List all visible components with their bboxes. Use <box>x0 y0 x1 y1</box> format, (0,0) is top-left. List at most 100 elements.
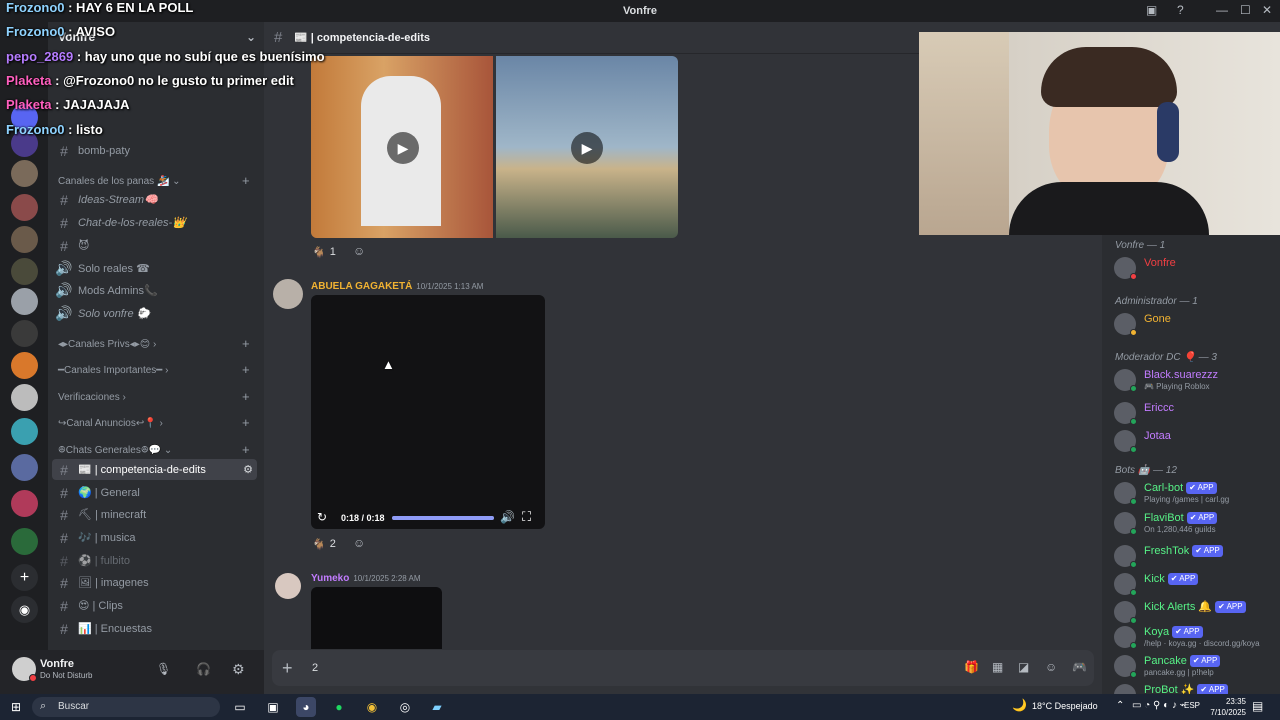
gif-icon[interactable]: ▦ <box>992 660 1003 674</box>
category-verificaciones[interactable]: Verificaciones › <box>58 392 126 403</box>
search-box[interactable]: ⌕ Buscar <box>32 697 220 717</box>
obs-icon[interactable]: ◎ <box>395 697 415 717</box>
channel-item[interactable]: # ⛏ | minecraft <box>52 504 257 525</box>
emoji-icon[interactable]: ☺ <box>1045 660 1057 674</box>
reaction[interactable]: 🐐 2 <box>312 534 336 554</box>
voice-channel-item[interactable]: 🔊 Solo reales ☎ <box>52 258 257 279</box>
gift-icon[interactable]: 🎁 <box>964 660 979 674</box>
add-channel-icon[interactable]: + <box>242 442 250 457</box>
inbox-icon[interactable]: ▣ <box>1146 3 1157 17</box>
video-thumbnail[interactable]: ▶ <box>496 56 678 238</box>
add-channel-icon[interactable]: + <box>242 415 250 430</box>
member-item[interactable]: Vonfre <box>1114 257 1280 280</box>
minimize-button[interactable]: — <box>1216 3 1228 17</box>
microphone-icon[interactable]: 🎙 <box>156 662 171 676</box>
app-icon[interactable]: ▣ <box>263 697 283 717</box>
channel-item[interactable]: # 🌍 | General <box>52 482 257 503</box>
sticker-icon[interactable]: ◪ <box>1018 660 1029 674</box>
voice-channel-item[interactable]: 🔊 Solo vonfre 🐑 <box>52 303 257 324</box>
task-view-icon[interactable]: ▭ <box>230 697 250 717</box>
video-player[interactable]: ↻ 0:18 / 0:18 🔊 ⛶ <box>311 295 545 529</box>
member-item[interactable]: ProBot ✨ ✔ APP <box>1114 684 1280 694</box>
chrome-icon[interactable]: ◉ <box>362 697 382 717</box>
category-generales[interactable]: ꔮChats Generalesꔮ💬 ⌄ <box>58 445 172 456</box>
play-icon[interactable]: ▶ <box>571 132 603 164</box>
gear-icon[interactable]: ⚙ <box>232 661 245 678</box>
server-icon[interactable] <box>11 288 38 315</box>
server-icon[interactable] <box>11 320 38 347</box>
server-icon[interactable] <box>11 352 38 379</box>
member-item[interactable]: Pancake ✔ APP pancake.gg | p!help <box>1114 655 1280 679</box>
windows-start-icon[interactable]: ⊞ <box>6 697 26 717</box>
server-icon[interactable] <box>11 258 38 285</box>
add-attachment-icon[interactable]: + <box>282 658 293 679</box>
close-button[interactable]: ✕ <box>1262 3 1272 17</box>
add-channel-icon[interactable]: + <box>242 389 250 404</box>
server-icon[interactable] <box>11 454 38 481</box>
headphones-icon[interactable]: 🎧 <box>196 662 211 676</box>
fullscreen-icon[interactable]: ⛶ <box>522 509 531 525</box>
discord-taskbar-icon[interactable]: ◕ <box>296 697 316 717</box>
maximize-button[interactable]: ☐ <box>1240 3 1251 17</box>
spotify-icon[interactable]: ● <box>329 697 349 717</box>
channel-item[interactable]: # 😍 | Clips <box>52 595 257 616</box>
help-icon[interactable]: ? <box>1177 3 1184 17</box>
volume-icon[interactable]: 🔊 <box>500 510 515 524</box>
member-item[interactable]: Gone <box>1114 313 1280 336</box>
weather-text[interactable]: 18°C Despejado <box>1032 701 1098 711</box>
add-channel-icon[interactable]: + <box>242 173 250 188</box>
add-channel-icon[interactable]: + <box>242 362 250 377</box>
category-panas[interactable]: Canales de los panas 🏂 ⌄ <box>58 176 181 187</box>
language-indicator[interactable]: ESP <box>1184 701 1200 710</box>
channel-item[interactable]: # 🖼 | imagenes <box>52 572 257 593</box>
add-server-icon[interactable]: + <box>11 564 38 591</box>
channel-item[interactable]: # 😈 <box>52 235 257 256</box>
category-privs[interactable]: ◂▸Canales Privs◂▸😊 › <box>58 339 156 350</box>
notification-icon[interactable]: ▤ <box>1252 699 1263 713</box>
tray-chevron-icon[interactable]: ⌃ <box>1116 700 1124 711</box>
voice-channel-item[interactable]: 🔊 Mods Admins📞 <box>52 280 257 301</box>
server-icon[interactable] <box>11 384 38 411</box>
channel-item-selected[interactable]: # 📰 | competencia-de-edits ⚙ <box>52 459 257 480</box>
channel-item[interactable]: # bomb-paty <box>52 140 257 161</box>
avatar[interactable] <box>273 279 303 309</box>
channel-item[interactable]: # 🎶 | musica <box>52 527 257 548</box>
member-item[interactable]: Jotaa <box>1114 430 1280 453</box>
member-item[interactable]: Kick Alerts 🔔 ✔ APP <box>1114 601 1280 624</box>
member-item[interactable]: Koya ✔ APP/help · koya.gg · discord.gg/ko… <box>1114 626 1280 650</box>
server-icon[interactable] <box>11 490 38 517</box>
server-icon[interactable] <box>11 528 38 555</box>
channel-item[interactable]: # Chat-de-los-reales-👑 <box>52 212 257 233</box>
play-icon[interactable]: ▶ <box>387 132 419 164</box>
add-channel-icon[interactable]: + <box>242 336 250 351</box>
tray-icons[interactable]: ▭ ◔ ⚲ ◐ ♪ ⌁ <box>1132 700 1186 711</box>
settings-icon[interactable]: ⚙ <box>243 463 253 476</box>
member-item[interactable]: FlaviBot ✔ APP On 1,280,446 guilds <box>1114 512 1280 536</box>
member-item[interactable]: Carl-bot ✔ APP Playing /games | carl.gg <box>1114 482 1280 506</box>
server-icon[interactable] <box>11 418 38 445</box>
discover-icon[interactable]: ◉ <box>11 596 38 623</box>
replay-icon[interactable]: ↻ <box>317 510 327 524</box>
avatar[interactable] <box>275 573 301 599</box>
message-author[interactable]: ABUELA GAGAKETÁ 10/1/2025 1:13 AM <box>311 281 483 292</box>
server-icon[interactable] <box>11 194 38 221</box>
server-icon[interactable] <box>11 226 38 253</box>
activity-icon[interactable]: 🎮 <box>1072 660 1087 674</box>
add-reaction-icon[interactable]: ☺ <box>353 244 365 258</box>
category-anuncios[interactable]: ↪Canal Anuncios↩📍 › <box>58 418 163 429</box>
message-author[interactable]: Yumeko 10/1/2025 2:28 AM <box>311 573 421 584</box>
video-progress-bar[interactable] <box>392 516 494 520</box>
channel-item[interactable]: # ⚽ | fulbito <box>52 550 257 571</box>
channel-item[interactable]: # 📊 | Encuestas <box>52 618 257 639</box>
clock[interactable]: 23:35 7/10/2025 <box>1206 696 1246 718</box>
video-thumbnail[interactable]: ▶ <box>311 56 493 238</box>
video-thumbnail[interactable] <box>311 587 442 649</box>
member-item[interactable]: Black.suarezzz 🎮 Playing Roblox <box>1114 369 1280 393</box>
member-item[interactable]: FreshTok ✔ APP <box>1114 545 1280 568</box>
message-input[interactable]: 2 <box>312 662 318 674</box>
app-icon[interactable]: ▰ <box>427 697 447 717</box>
channel-item[interactable]: # Ideas-Stream🧠 <box>52 189 257 210</box>
member-item[interactable]: Ericcc <box>1114 402 1280 425</box>
category-importantes[interactable]: ━Canales Importantes━ › <box>58 365 168 376</box>
server-icon[interactable] <box>11 160 38 187</box>
